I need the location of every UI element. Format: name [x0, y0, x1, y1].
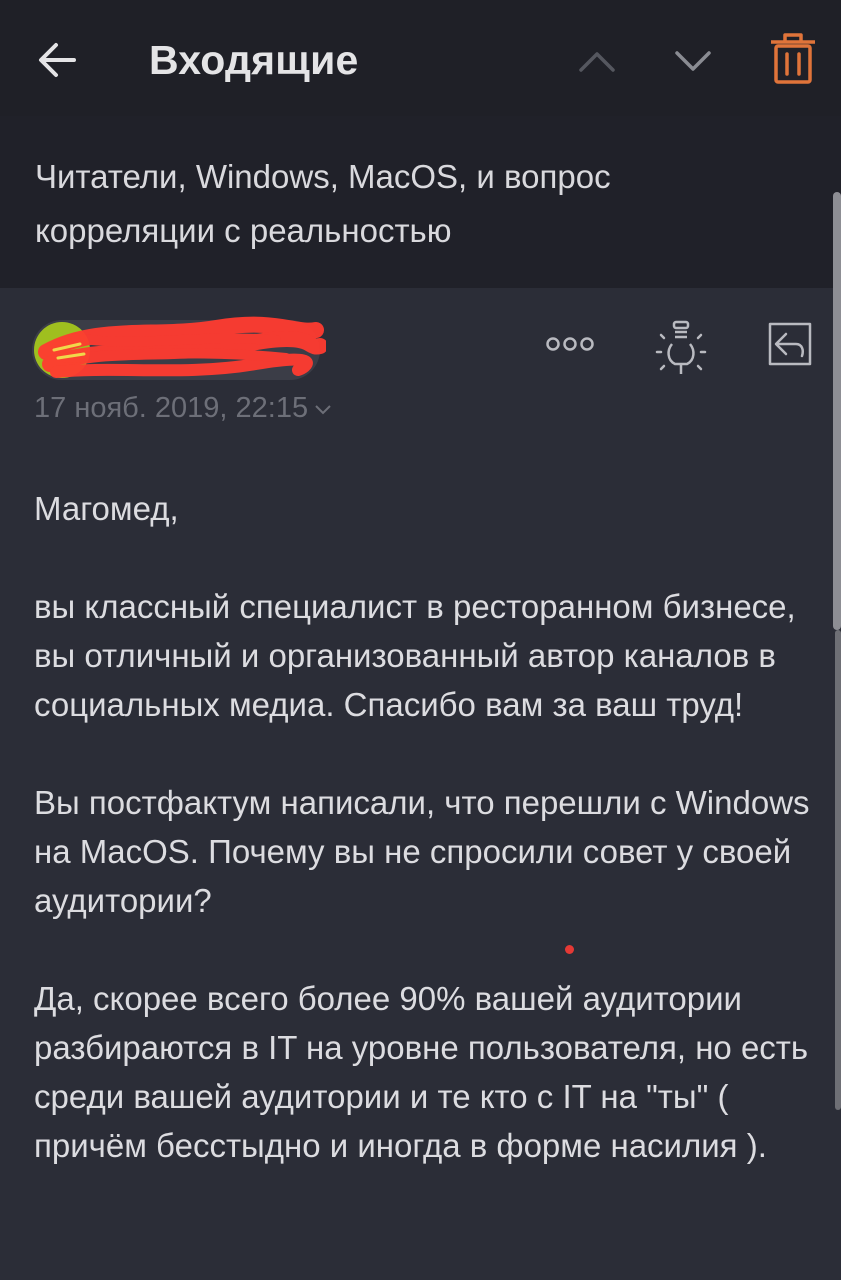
- body-paragraph: Вы постфактум написали, что перешли с Wi…: [34, 784, 810, 919]
- message-body: Магомед, вы классный специалист в рестор…: [34, 484, 814, 1219]
- chevron-down-icon: [315, 405, 331, 415]
- smart-reply-button[interactable]: [655, 318, 707, 380]
- sender-redaction: [38, 316, 326, 378]
- chevron-down-icon: [675, 51, 711, 71]
- chevron-up-icon: [579, 52, 615, 72]
- red-dot-marker: [565, 945, 574, 954]
- trash-icon: [771, 33, 815, 84]
- body-paragraph: вы классный специалист в ресторанном биз…: [34, 588, 796, 723]
- scrollbar-thumb[interactable]: [833, 192, 841, 630]
- top-bar: Входящие: [0, 0, 841, 116]
- message-subject: Читатели, Windows, MacOS, и вопрос корре…: [35, 158, 611, 249]
- reply-icon: [768, 322, 812, 366]
- scrollbar-track[interactable]: [835, 630, 841, 1110]
- more-button[interactable]: [544, 330, 596, 358]
- back-button[interactable]: [30, 32, 86, 88]
- previous-message-button[interactable]: [572, 36, 622, 86]
- delete-button[interactable]: [765, 30, 821, 88]
- body-paragraph: Да, скорее всего более 90% вашей аудитор…: [34, 980, 809, 1164]
- date-text: 17 нояб. 2019, 22:15: [34, 392, 309, 424]
- lightbulb-icon: [655, 320, 707, 374]
- reply-button[interactable]: [764, 318, 816, 370]
- next-message-button[interactable]: [668, 36, 718, 86]
- more-icon: [546, 337, 594, 351]
- body-paragraph: Магомед,: [34, 490, 179, 527]
- back-arrow-icon: [39, 43, 76, 77]
- page-title: Входящие: [149, 37, 359, 83]
- message-date[interactable]: 17 нояб. 2019, 22:15: [34, 388, 334, 428]
